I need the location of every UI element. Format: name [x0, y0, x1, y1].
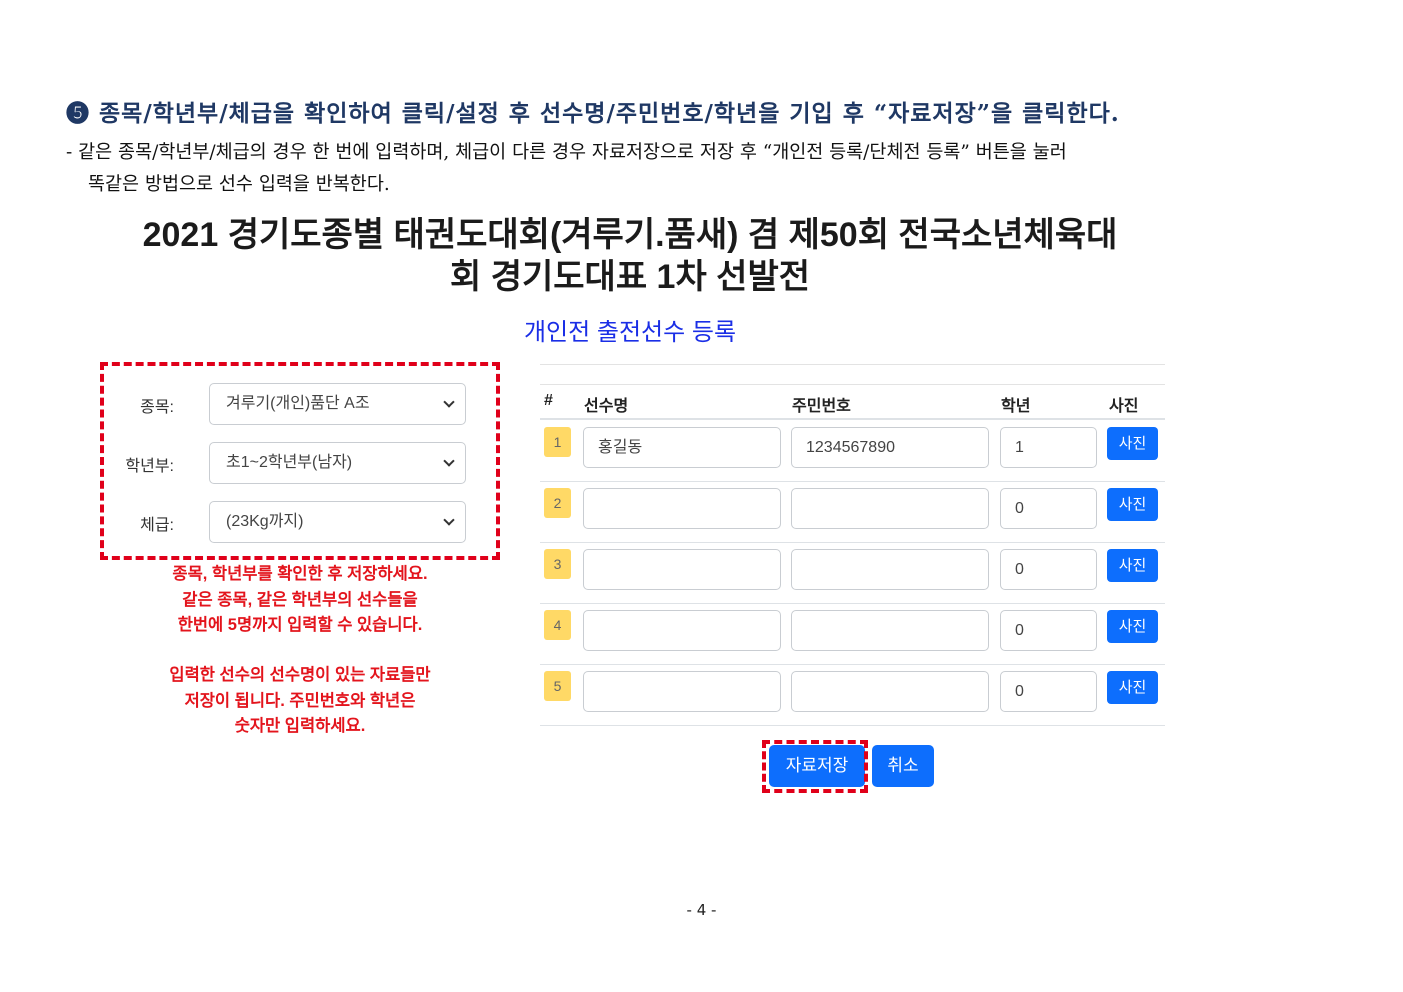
highlight-box-save [762, 740, 868, 793]
col-photo: 사진 [1109, 398, 1139, 415]
resident-number-input[interactable] [791, 610, 989, 651]
row-number-badge: 1 [544, 427, 571, 457]
photo-button[interactable]: 사진 [1107, 488, 1158, 521]
row-number-badge: 5 [544, 671, 571, 701]
row-number-badge: 3 [544, 549, 571, 579]
notice-line: 저장이 됩니다. 주민번호와 학년은 [184, 691, 416, 710]
page-title: 2021 경기도종별 태권도대회(겨루기.품새) 겸 제50회 전국소년체육대 … [90, 214, 1170, 298]
table-row: 3 0 사진 [540, 543, 1165, 604]
photo-button[interactable]: 사진 [1107, 671, 1158, 704]
division-select[interactable]: 초1~2학년부(남자) [209, 442, 466, 484]
photo-button[interactable]: 사진 [1107, 610, 1158, 643]
grade-input[interactable]: 0 [1000, 549, 1097, 590]
event-select[interactable]: 겨루기(개인)품단 A조 [209, 383, 466, 425]
cancel-button[interactable]: 취소 [872, 745, 934, 787]
event-label: 종목: [140, 399, 174, 416]
divider [540, 364, 1165, 365]
step-note-line1: - 같은 종목/학년부/체급의 경우 한 번에 입력하며, 체급이 다른 경우 … [66, 142, 1067, 163]
chevron-down-icon [443, 455, 455, 467]
division-select-value: 초1~2학년부(남자) [226, 454, 353, 471]
step-note-line2: 똑같은 방법으로 선수 입력을 반복한다. [88, 174, 390, 195]
page-number: - 4 - [686, 901, 717, 919]
weight-select[interactable]: (23Kg까지) [209, 501, 466, 543]
weight-select-value: (23Kg까지) [226, 513, 304, 530]
table-row: 2 0 사진 [540, 482, 1165, 543]
notice-block-2: 입력한 선수의 선수명이 있는 자료들만 저장이 됩니다. 주민번호와 학년은 … [120, 663, 480, 740]
grade-input[interactable]: 0 [1000, 488, 1097, 529]
notice-line: 숫자만 입력하세요. [234, 717, 366, 735]
photo-button[interactable]: 사진 [1107, 427, 1158, 460]
resident-number-input[interactable] [791, 488, 989, 529]
notice-block-1: 종목, 학년부를 확인한 후 저장하세요. 같은 종목, 같은 학년부의 선수들… [120, 562, 480, 639]
grade-input[interactable]: 0 [1000, 671, 1097, 712]
chevron-down-icon [443, 514, 455, 526]
athlete-name-input[interactable] [583, 549, 781, 590]
division-label: 학년부: [125, 458, 174, 475]
resident-number-input[interactable] [791, 549, 989, 590]
resident-number-input[interactable] [791, 671, 989, 712]
grade-input[interactable]: 0 [1000, 610, 1097, 651]
table-header: # 선수명 주민번호 학년 사진 [540, 384, 1165, 420]
notice-line: 같은 종목, 같은 학년부의 선수들을 [182, 590, 418, 609]
chevron-down-icon [443, 396, 455, 408]
athlete-name-input[interactable] [583, 610, 781, 651]
event-select-value: 겨루기(개인)품단 A조 [226, 395, 370, 412]
row-number-badge: 2 [544, 488, 571, 518]
athlete-name-input[interactable] [583, 671, 781, 712]
notice-line: 입력한 선수의 선수명이 있는 자료들만 [169, 666, 431, 684]
col-name: 선수명 [584, 398, 629, 415]
event-row: 종목: 겨루기(개인)품단 A조 [104, 383, 484, 427]
grade-input[interactable]: 1 [1000, 427, 1097, 468]
notice-line: 한번에 5명까지 입력할 수 있습니다. [177, 616, 423, 634]
table-row: 4 0 사진 [540, 604, 1165, 665]
notice-line: 종목, 학년부를 확인한 후 저장하세요. [172, 565, 428, 583]
photo-button[interactable]: 사진 [1107, 549, 1158, 582]
page-subtitle: 개인전 출전선수 등록 [523, 319, 737, 346]
weight-label: 체급: [140, 517, 174, 534]
col-num: # [544, 392, 553, 409]
page-title-line2: 회 경기도대표 1차 선발전 [449, 258, 811, 296]
resident-number-input[interactable]: 1234567890 [791, 427, 989, 468]
athlete-name-input[interactable]: 홍길동 [583, 427, 781, 468]
page-title-line1: 2021 경기도종별 태권도대회(겨루기.품새) 겸 제50회 전국소년체육대 [142, 216, 1118, 254]
col-id: 주민번호 [792, 398, 851, 415]
step-heading: ❺ 종목/학년부/체급을 확인하여 클릭/설정 후 선수명/주민번호/학년을 기… [66, 100, 1120, 127]
table-row: 1 홍길동 1234567890 1 사진 [540, 421, 1165, 482]
weight-row: 체급: (23Kg까지) [104, 501, 484, 545]
division-row: 학년부: 초1~2학년부(남자) [104, 442, 484, 486]
row-number-badge: 4 [544, 610, 571, 640]
athlete-name-input[interactable] [583, 488, 781, 529]
col-grade: 학년 [1001, 398, 1031, 415]
table-row: 5 0 사진 [540, 665, 1165, 726]
